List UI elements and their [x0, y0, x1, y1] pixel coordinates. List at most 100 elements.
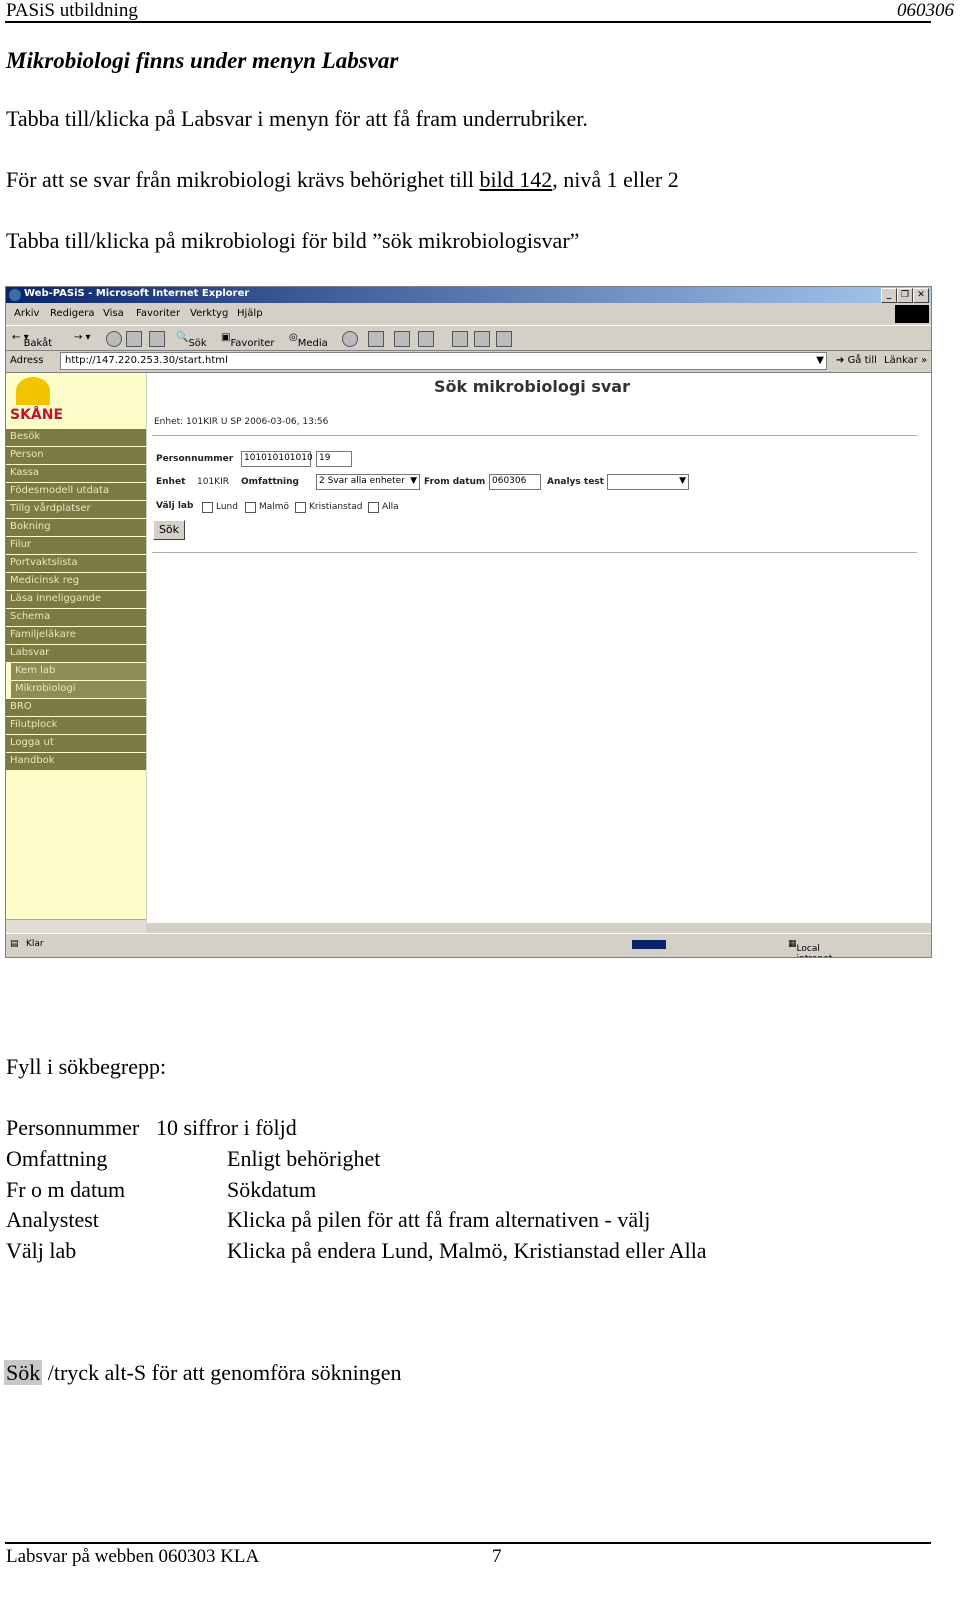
- intro-paragraph-2: För att se svar från mikrobiologi krävs …: [6, 167, 679, 193]
- favorites-label: Favoriter: [230, 338, 275, 349]
- alla-checkbox[interactable]: [368, 502, 379, 513]
- nav-item[interactable]: Filur: [6, 537, 146, 554]
- back-button[interactable]: ← Bakåt ▾: [12, 332, 52, 349]
- lund-checkbox[interactable]: [202, 502, 213, 513]
- omfattning-label: Omfattning: [241, 477, 299, 487]
- forward-icon[interactable]: → ▾: [74, 332, 91, 343]
- nav-item-labsvar[interactable]: Labsvar: [6, 645, 146, 662]
- nav-item[interactable]: Familjeläkare: [6, 627, 146, 644]
- edit-icon[interactable]: [418, 331, 434, 347]
- personnummer-label: Personnummer: [156, 454, 234, 464]
- media-label: Media: [297, 338, 328, 349]
- divider: [152, 435, 917, 436]
- malmo-checkbox[interactable]: [245, 502, 256, 513]
- nav-subitem-kem-lab[interactable]: Kem lab: [11, 663, 146, 680]
- sok-text: /tryck alt-S för att genomföra sökningen: [42, 1360, 402, 1385]
- nav-label: Portvaktslista: [10, 557, 78, 568]
- nav-item[interactable]: Filutplock: [6, 717, 146, 734]
- sok-instruction: Sök /tryck alt-S för att genomföra sökni…: [4, 1360, 402, 1386]
- nav-label: Födesmodell utdata: [10, 485, 110, 496]
- nav-label: Schema: [10, 611, 51, 622]
- menu-arkiv[interactable]: Arkiv: [14, 308, 39, 319]
- status-bar: ▤ Klar ▦ Local intranet: [6, 933, 931, 957]
- nav-label: Familjeläkare: [10, 629, 76, 640]
- search-button[interactable]: 🔍 Sök: [176, 332, 207, 349]
- stop-icon[interactable]: [106, 331, 122, 347]
- menu-visa[interactable]: Visa: [103, 308, 124, 319]
- home-icon[interactable]: [149, 331, 165, 347]
- from-datum-input[interactable]: 060306: [489, 474, 541, 490]
- goto-button[interactable]: ➔ Gå till: [836, 355, 877, 366]
- menu-bar: Arkiv Redigera Visa Favoriter Verktyg Hj…: [6, 304, 931, 324]
- personnummer-input[interactable]: 101010101010: [241, 451, 313, 467]
- nav-item[interactable]: Logga ut: [6, 735, 146, 752]
- field-desc: Enligt behörighet: [227, 1146, 381, 1171]
- analys-test-select[interactable]: ▼: [607, 474, 689, 490]
- browser-screenshot: Web-PASiS - Microsoft Internet Explorer …: [5, 286, 932, 958]
- divider: [152, 552, 917, 553]
- personnummer-value: 101010101010: [244, 453, 313, 463]
- sok-button[interactable]: Sök: [153, 520, 185, 540]
- history-icon[interactable]: [342, 331, 358, 347]
- research-icon[interactable]: [496, 331, 512, 347]
- menu-favoriter[interactable]: Favoriter: [136, 308, 180, 319]
- progress-bar: [632, 940, 666, 949]
- unit-info: Enhet: 101KIR U SP 2006-03-06, 13:56: [154, 417, 329, 427]
- nav-item[interactable]: Läsa inneliggande: [6, 591, 146, 608]
- address-label: Adress: [10, 355, 44, 366]
- favorites-button[interactable]: ▣ Favoriter: [221, 332, 275, 349]
- skane-logo-text: SKÅNE: [10, 407, 64, 423]
- nav-item[interactable]: Schema: [6, 609, 146, 626]
- discuss-icon[interactable]: [452, 331, 468, 347]
- malmo-label: Malmö: [259, 502, 290, 512]
- nav-item[interactable]: Handbok: [6, 753, 146, 770]
- address-input[interactable]: http://147.220.253.30/start.html ▼: [60, 352, 827, 370]
- nav-label: Filur: [10, 539, 32, 550]
- nav-item[interactable]: Tillg vårdplatser: [6, 501, 146, 518]
- menu-verktyg[interactable]: Verktyg: [190, 308, 228, 319]
- refresh-icon[interactable]: [126, 331, 142, 347]
- nav-item[interactable]: Besök: [6, 429, 146, 446]
- omfattning-select[interactable]: 2 Svar alla enheter ▼: [316, 474, 420, 490]
- close-button[interactable]: ✕: [913, 288, 929, 303]
- header-date: 060306: [897, 0, 954, 21]
- form-title: Sök mikrobiologi svar: [434, 377, 630, 396]
- horizontal-scrollbar[interactable]: [6, 919, 146, 934]
- nav-label: Mikrobiologi: [15, 683, 76, 694]
- nav-item[interactable]: Person: [6, 447, 146, 464]
- nav-item[interactable]: Kassa: [6, 465, 146, 482]
- zone-label: Local intranet: [796, 944, 833, 957]
- nav-item[interactable]: Bokning: [6, 519, 146, 536]
- links-button[interactable]: Länkar »: [884, 355, 927, 366]
- page-number: 7: [492, 1546, 502, 1567]
- nav-item[interactable]: Medicinsk reg: [6, 573, 146, 590]
- mail-icon[interactable]: [368, 331, 384, 347]
- maximize-button[interactable]: ❐: [897, 288, 913, 303]
- media-button[interactable]: ◎ Media: [289, 332, 328, 349]
- messenger-icon[interactable]: [474, 331, 490, 347]
- intro-p2-after: , nivå 1 eller 2: [552, 167, 679, 192]
- kristianstad-checkbox[interactable]: [295, 502, 306, 513]
- kristianstad-label: Kristianstad: [309, 502, 363, 512]
- address-value: http://147.220.253.30/start.html: [65, 355, 228, 366]
- personnummer-suffix-input[interactable]: 19: [316, 451, 352, 467]
- menu-hjalp[interactable]: Hjälp: [237, 308, 263, 319]
- nav-label: Labsvar: [10, 647, 50, 658]
- nav-subitem-mikrobiologi[interactable]: Mikrobiologi: [11, 681, 146, 698]
- minimize-button[interactable]: _: [881, 288, 897, 303]
- address-dropdown-icon[interactable]: ▼: [816, 355, 824, 366]
- intranet-zone: ▦ Local intranet: [788, 939, 832, 957]
- field-label: Fr o m datum: [6, 1177, 126, 1202]
- chevron-down-icon: ▼: [679, 476, 686, 486]
- nav-item[interactable]: Födesmodell utdata: [6, 483, 146, 500]
- left-nav-frame: SKÅNE Besök Person Kassa Födesmodell utd…: [6, 373, 146, 923]
- print-icon[interactable]: [394, 331, 410, 347]
- search-form-frame: Sök mikrobiologi svar Enhet: 101KIR U SP…: [147, 373, 931, 923]
- nav-item[interactable]: BRO: [6, 699, 146, 716]
- menu-redigera[interactable]: Redigera: [50, 308, 95, 319]
- window-titlebar: Web-PASiS - Microsoft Internet Explorer …: [6, 287, 931, 303]
- alla-label: Alla: [382, 502, 399, 512]
- nav-item[interactable]: Portvaktslista: [6, 555, 146, 572]
- field-desc: Sökdatum: [227, 1177, 317, 1202]
- back-label: Bakåt: [23, 338, 53, 349]
